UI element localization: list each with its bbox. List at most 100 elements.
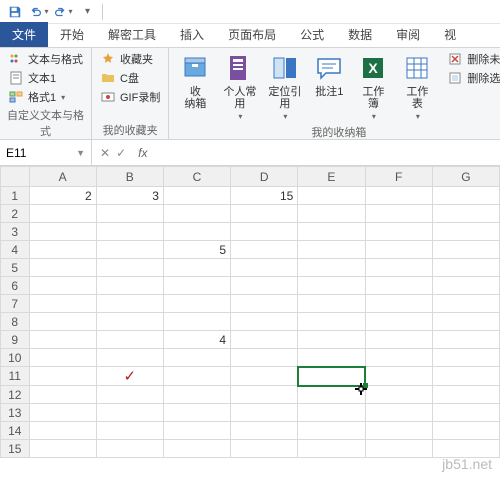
- cell[interactable]: [231, 422, 298, 440]
- enter-icon[interactable]: ✓: [116, 146, 126, 160]
- cell[interactable]: [163, 404, 230, 422]
- cell[interactable]: [365, 223, 432, 241]
- cell[interactable]: 4: [163, 331, 230, 349]
- favorites-button[interactable]: 收藏夹: [98, 50, 162, 68]
- cell[interactable]: [298, 241, 365, 259]
- qat-customize-icon[interactable]: ▾: [76, 2, 98, 22]
- col-header[interactable]: G: [432, 167, 499, 187]
- cell[interactable]: [365, 241, 432, 259]
- cell[interactable]: [96, 331, 163, 349]
- select-all-corner[interactable]: [1, 167, 30, 187]
- tab-data[interactable]: 数据: [336, 22, 384, 47]
- cell[interactable]: ✓: [96, 367, 163, 386]
- cell[interactable]: [298, 331, 365, 349]
- cell[interactable]: [231, 295, 298, 313]
- cell[interactable]: [432, 422, 499, 440]
- col-header[interactable]: F: [365, 167, 432, 187]
- cell[interactable]: [231, 313, 298, 331]
- fx-icon[interactable]: fx: [134, 146, 151, 160]
- cell[interactable]: [365, 349, 432, 367]
- cell[interactable]: [432, 295, 499, 313]
- cell[interactable]: [163, 205, 230, 223]
- cell[interactable]: [432, 223, 499, 241]
- row-header[interactable]: 14: [1, 422, 30, 440]
- cell[interactable]: [298, 223, 365, 241]
- workbook-button[interactable]: X工作簿▾: [353, 50, 393, 123]
- cell[interactable]: [432, 349, 499, 367]
- col-header[interactable]: D: [231, 167, 298, 187]
- cell[interactable]: [231, 259, 298, 277]
- cell[interactable]: [96, 277, 163, 295]
- cell[interactable]: [432, 259, 499, 277]
- cell[interactable]: [29, 440, 96, 458]
- cell[interactable]: [365, 277, 432, 295]
- worksheet-button[interactable]: 工作表▾: [397, 50, 437, 123]
- spreadsheet-grid[interactable]: ABCDEFG1231523455678941011✓12131415: [0, 166, 500, 458]
- cell[interactable]: [163, 187, 230, 205]
- gif-record-button[interactable]: GIF录制: [98, 88, 162, 106]
- cell[interactable]: [365, 404, 432, 422]
- col-header[interactable]: B: [96, 167, 163, 187]
- cell[interactable]: [163, 367, 230, 386]
- cell[interactable]: [29, 295, 96, 313]
- tab-home[interactable]: 开始: [48, 22, 96, 47]
- cell[interactable]: [29, 313, 96, 331]
- cell[interactable]: [29, 331, 96, 349]
- cell[interactable]: [96, 422, 163, 440]
- save-icon[interactable]: [4, 2, 26, 22]
- cell[interactable]: [298, 349, 365, 367]
- cell[interactable]: [231, 331, 298, 349]
- tab-insert[interactable]: 插入: [168, 22, 216, 47]
- text1-button[interactable]: 文本1: [6, 69, 85, 87]
- cell[interactable]: [298, 259, 365, 277]
- cell[interactable]: [163, 277, 230, 295]
- cell[interactable]: [298, 277, 365, 295]
- tab-formulas[interactable]: 公式: [288, 22, 336, 47]
- col-header[interactable]: E: [298, 167, 365, 187]
- chevron-down-icon[interactable]: ▼: [76, 148, 85, 158]
- cell[interactable]: [432, 367, 499, 386]
- cell[interactable]: [231, 367, 298, 386]
- cell[interactable]: [432, 205, 499, 223]
- cancel-icon[interactable]: ✕: [100, 146, 110, 160]
- row-header[interactable]: 1: [1, 187, 30, 205]
- personal-common-button[interactable]: 个人常用▾: [219, 50, 260, 123]
- row-header[interactable]: 11: [1, 367, 30, 386]
- cell[interactable]: [29, 223, 96, 241]
- row-header[interactable]: 2: [1, 205, 30, 223]
- tab-decrypt[interactable]: 解密工具: [96, 22, 168, 47]
- row-header[interactable]: 10: [1, 349, 30, 367]
- cell[interactable]: [432, 277, 499, 295]
- delete-selected-button[interactable]: 删除选: [445, 69, 500, 87]
- cell[interactable]: [96, 241, 163, 259]
- col-header[interactable]: C: [163, 167, 230, 187]
- cell[interactable]: [365, 367, 432, 386]
- format1-button[interactable]: 格式1▾: [6, 88, 85, 106]
- cell[interactable]: [96, 313, 163, 331]
- row-header[interactable]: 8: [1, 313, 30, 331]
- cell[interactable]: [298, 422, 365, 440]
- row-header[interactable]: 12: [1, 386, 30, 404]
- cell[interactable]: [96, 259, 163, 277]
- cell[interactable]: 3: [96, 187, 163, 205]
- cell[interactable]: [231, 440, 298, 458]
- cell[interactable]: [29, 349, 96, 367]
- cell[interactable]: [432, 187, 499, 205]
- cell[interactable]: [163, 223, 230, 241]
- delete-end-button[interactable]: 删除未: [445, 50, 500, 68]
- cell[interactable]: [29, 241, 96, 259]
- cell[interactable]: [29, 259, 96, 277]
- row-header[interactable]: 4: [1, 241, 30, 259]
- cell[interactable]: [231, 223, 298, 241]
- row-header[interactable]: 3: [1, 223, 30, 241]
- cell[interactable]: [365, 422, 432, 440]
- cell[interactable]: [96, 223, 163, 241]
- cell[interactable]: [29, 205, 96, 223]
- cell[interactable]: [298, 295, 365, 313]
- cell[interactable]: [432, 241, 499, 259]
- cell[interactable]: 5: [163, 241, 230, 259]
- cell[interactable]: [231, 205, 298, 223]
- row-header[interactable]: 15: [1, 440, 30, 458]
- cell[interactable]: [96, 386, 163, 404]
- col-header[interactable]: A: [29, 167, 96, 187]
